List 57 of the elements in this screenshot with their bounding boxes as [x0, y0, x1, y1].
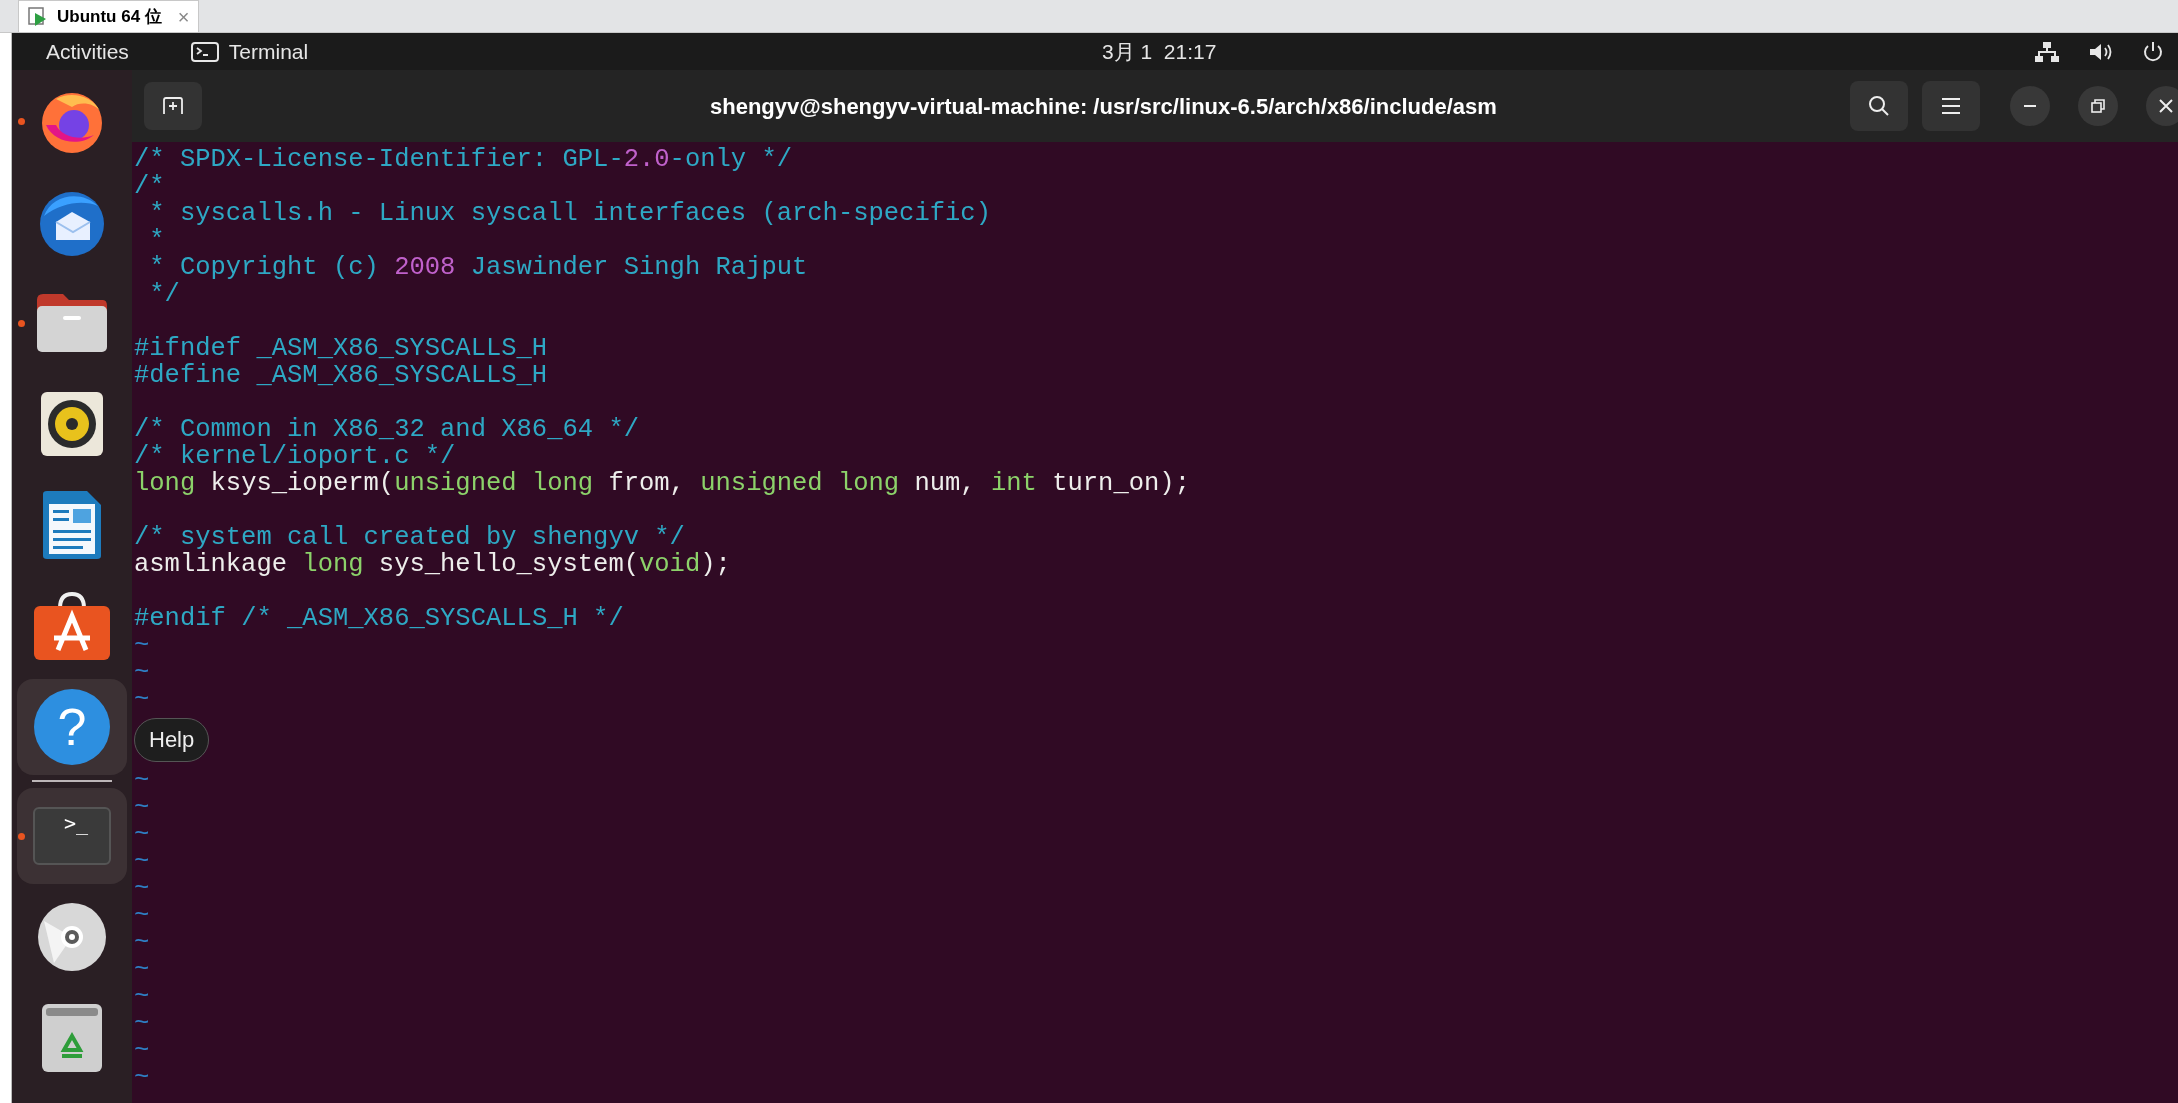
code-line: #endif /* _ASM_X86_SYSCALLS_H */	[134, 604, 624, 633]
restore-icon	[2091, 99, 2105, 113]
empty-line-tilde: ~	[134, 685, 150, 714]
code-line: */	[148, 280, 180, 309]
empty-line-tilde: ~	[134, 1036, 150, 1065]
activities-button[interactable]: Activities	[44, 35, 131, 68]
empty-line-tilde: ~	[134, 1063, 150, 1092]
empty-line-tilde: ~	[134, 847, 150, 876]
empty-line-tilde: ~	[134, 1009, 150, 1038]
empty-line-tilde: ~	[134, 874, 150, 903]
code-line: /* system call created by shengyv */	[134, 523, 685, 552]
clock[interactable]: 3月 1 21:17	[1102, 35, 1217, 68]
close-button[interactable]: ×	[177, 6, 190, 27]
empty-line-tilde: ~	[134, 982, 150, 1011]
code-line: /* SPDX-License-Identifier: GPL-2.0-only */	[134, 145, 793, 174]
code-line: asmlinkage long sys_hello_system(void);	[134, 550, 731, 579]
minimize-icon	[2023, 104, 2037, 108]
terminal-icon: >_	[33, 806, 111, 865]
code-line: #define _ASM_X86_SYSCALLS_H	[134, 361, 548, 390]
empty-line-tilde: ~	[134, 901, 150, 930]
code-line: long ksys_ioperm(unsigned long from, unsigned long num, int turn_on);	[134, 469, 1190, 498]
code-line: * Copyright (c) 2008 Jaswinder Singh Rajput	[148, 253, 808, 282]
close-button[interactable]	[2146, 86, 2178, 126]
app-menu-label[interactable]: Terminal	[228, 35, 309, 68]
maximize-button[interactable]	[2078, 86, 2118, 126]
power-icon[interactable]	[2142, 40, 2164, 63]
code-line: /*	[134, 172, 165, 201]
tooltip: Help	[134, 718, 210, 762]
new-tab-button[interactable]	[144, 82, 202, 130]
empty-line-tilde: ~	[134, 820, 150, 849]
empty-line-tilde: ~	[134, 658, 150, 687]
code-line: * syscalls.h - Linux syscall interfaces (arch-specific)	[148, 199, 991, 228]
code-line: /* kernel/ioport.c */	[134, 442, 456, 471]
help-icon: ?	[34, 688, 110, 765]
empty-line-tilde: ~	[134, 928, 150, 957]
code-line: /* Common in X86_32 and X86_64 */	[134, 415, 639, 444]
window-title: shengyv@shengyv-virtual-machine: /usr/src/linux-6.5/arch/x86/include/asm	[710, 92, 1497, 121]
search-button[interactable]	[1850, 81, 1908, 131]
code-line: *	[148, 226, 165, 255]
menu-button[interactable]	[1922, 81, 1980, 131]
document-icon	[41, 489, 103, 560]
new-tab-icon	[162, 96, 184, 116]
close-icon	[2158, 98, 2174, 114]
vm-tab-title: Ubuntu 64 位	[57, 5, 162, 28]
vm-tab[interactable]: Ubuntu 64 位 ×	[18, 0, 199, 32]
empty-line-tilde: ~	[134, 766, 150, 795]
empty-line-tilde: ~	[134, 955, 150, 984]
empty-line-tilde: ~	[134, 631, 150, 660]
speaker-icon	[40, 390, 104, 457]
network-icon[interactable]	[2034, 40, 2060, 63]
empty-line-tilde: ~	[134, 793, 150, 822]
code-line: #ifndef _ASM_X86_SYSCALLS_H	[134, 334, 548, 363]
dock-app-button[interactable]: >_	[17, 787, 127, 884]
terminal-icon	[190, 41, 219, 62]
shopping-bag-icon	[32, 589, 112, 662]
search-icon	[1867, 94, 1891, 118]
menu-icon	[1941, 97, 1961, 115]
